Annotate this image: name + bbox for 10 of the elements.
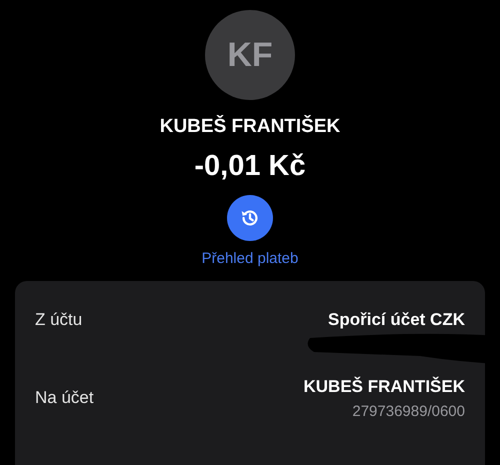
detail-label: Na účet — [35, 388, 94, 408]
amount: -0,01 Kč — [194, 150, 306, 183]
avatar: KF — [205, 10, 295, 100]
detail-value: Spořicí účet CZK — [328, 310, 465, 330]
history-link[interactable]: Přehled plateb — [202, 250, 298, 267]
history-button[interactable] — [227, 195, 273, 241]
account-number: 279736989/0600 — [352, 402, 465, 420]
contact-name: KUBEŠ FRANTIŠEK — [160, 116, 340, 138]
detail-value: KUBEŠ FRANTIŠEK — [303, 376, 465, 396]
detail-label: Z účtu — [35, 310, 82, 330]
